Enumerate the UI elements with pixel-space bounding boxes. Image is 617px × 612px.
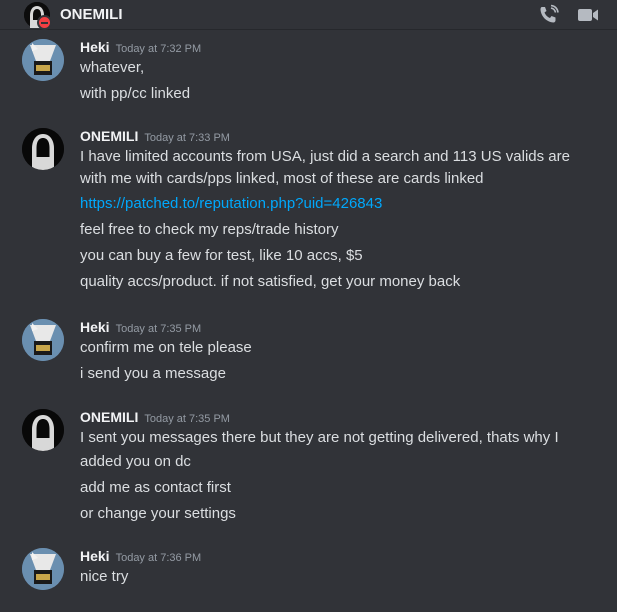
message-text: with pp/cc linked <box>80 85 191 102</box>
hooded-figure-icon <box>22 409 64 451</box>
avatar[interactable] <box>22 39 64 81</box>
message-text: i send you a message <box>80 365 226 382</box>
message-text: nice try <box>80 568 129 585</box>
message-text: add me as contact first <box>80 479 231 496</box>
message-timestamp[interactable]: Today at 7:36 PM <box>116 552 202 564</box>
message-text: I have limited accounts from USA, just d… <box>80 148 570 165</box>
header-avatar[interactable] <box>24 2 52 30</box>
message-timestamp[interactable]: Today at 7:32 PM <box>116 43 202 55</box>
author-name[interactable]: ONEMILI <box>80 128 138 144</box>
avatar[interactable] <box>22 409 64 451</box>
message-header: ONEMILI Today at 7:35 PM <box>80 409 230 429</box>
author-name[interactable]: ONEMILI <box>80 409 138 425</box>
message-header: Heki Today at 7:36 PM <box>80 548 201 568</box>
avatar[interactable] <box>22 548 64 590</box>
dnd-status-icon <box>37 15 52 30</box>
message-timestamp[interactable]: Today at 7:35 PM <box>144 413 230 425</box>
message-timestamp[interactable]: Today at 7:35 PM <box>116 323 202 335</box>
fox-mascot-icon <box>22 319 64 361</box>
fox-mascot-icon <box>22 39 64 81</box>
video-call-icon[interactable] <box>576 4 600 26</box>
message-header: Heki Today at 7:32 PM <box>80 39 201 59</box>
fox-mascot-icon <box>22 548 64 590</box>
message-text: you can buy a few for test, like 10 accs… <box>80 247 363 264</box>
message-text: quality accs/product. if not satisfied, … <box>80 273 461 290</box>
message-text: with me with cards/pps linked, most of t… <box>80 170 484 187</box>
message-header: Heki Today at 7:35 PM <box>80 319 201 339</box>
avatar[interactable] <box>22 319 64 361</box>
dm-header: ONEMILI <box>0 0 617 30</box>
message-text: I sent you messages there but they are n… <box>80 429 559 446</box>
author-name[interactable]: Heki <box>80 548 110 564</box>
message-link[interactable]: https://patched.to/reputation.php?uid=42… <box>80 195 382 212</box>
message-text: or change your settings <box>80 505 236 522</box>
phone-call-icon[interactable] <box>537 4 561 26</box>
message-header: ONEMILI Today at 7:33 PM <box>80 128 230 148</box>
avatar[interactable] <box>22 128 64 170</box>
author-name[interactable]: Heki <box>80 319 110 335</box>
hooded-figure-icon <box>22 128 64 170</box>
message-text: feel free to check my reps/trade history <box>80 221 339 238</box>
message-text: confirm me on tele please <box>80 339 252 356</box>
message-text: added you on dc <box>80 453 191 470</box>
author-name[interactable]: Heki <box>80 39 110 55</box>
message-text: whatever, <box>80 59 145 76</box>
header-title: ONEMILI <box>60 6 123 23</box>
message-timestamp[interactable]: Today at 7:33 PM <box>144 132 230 144</box>
